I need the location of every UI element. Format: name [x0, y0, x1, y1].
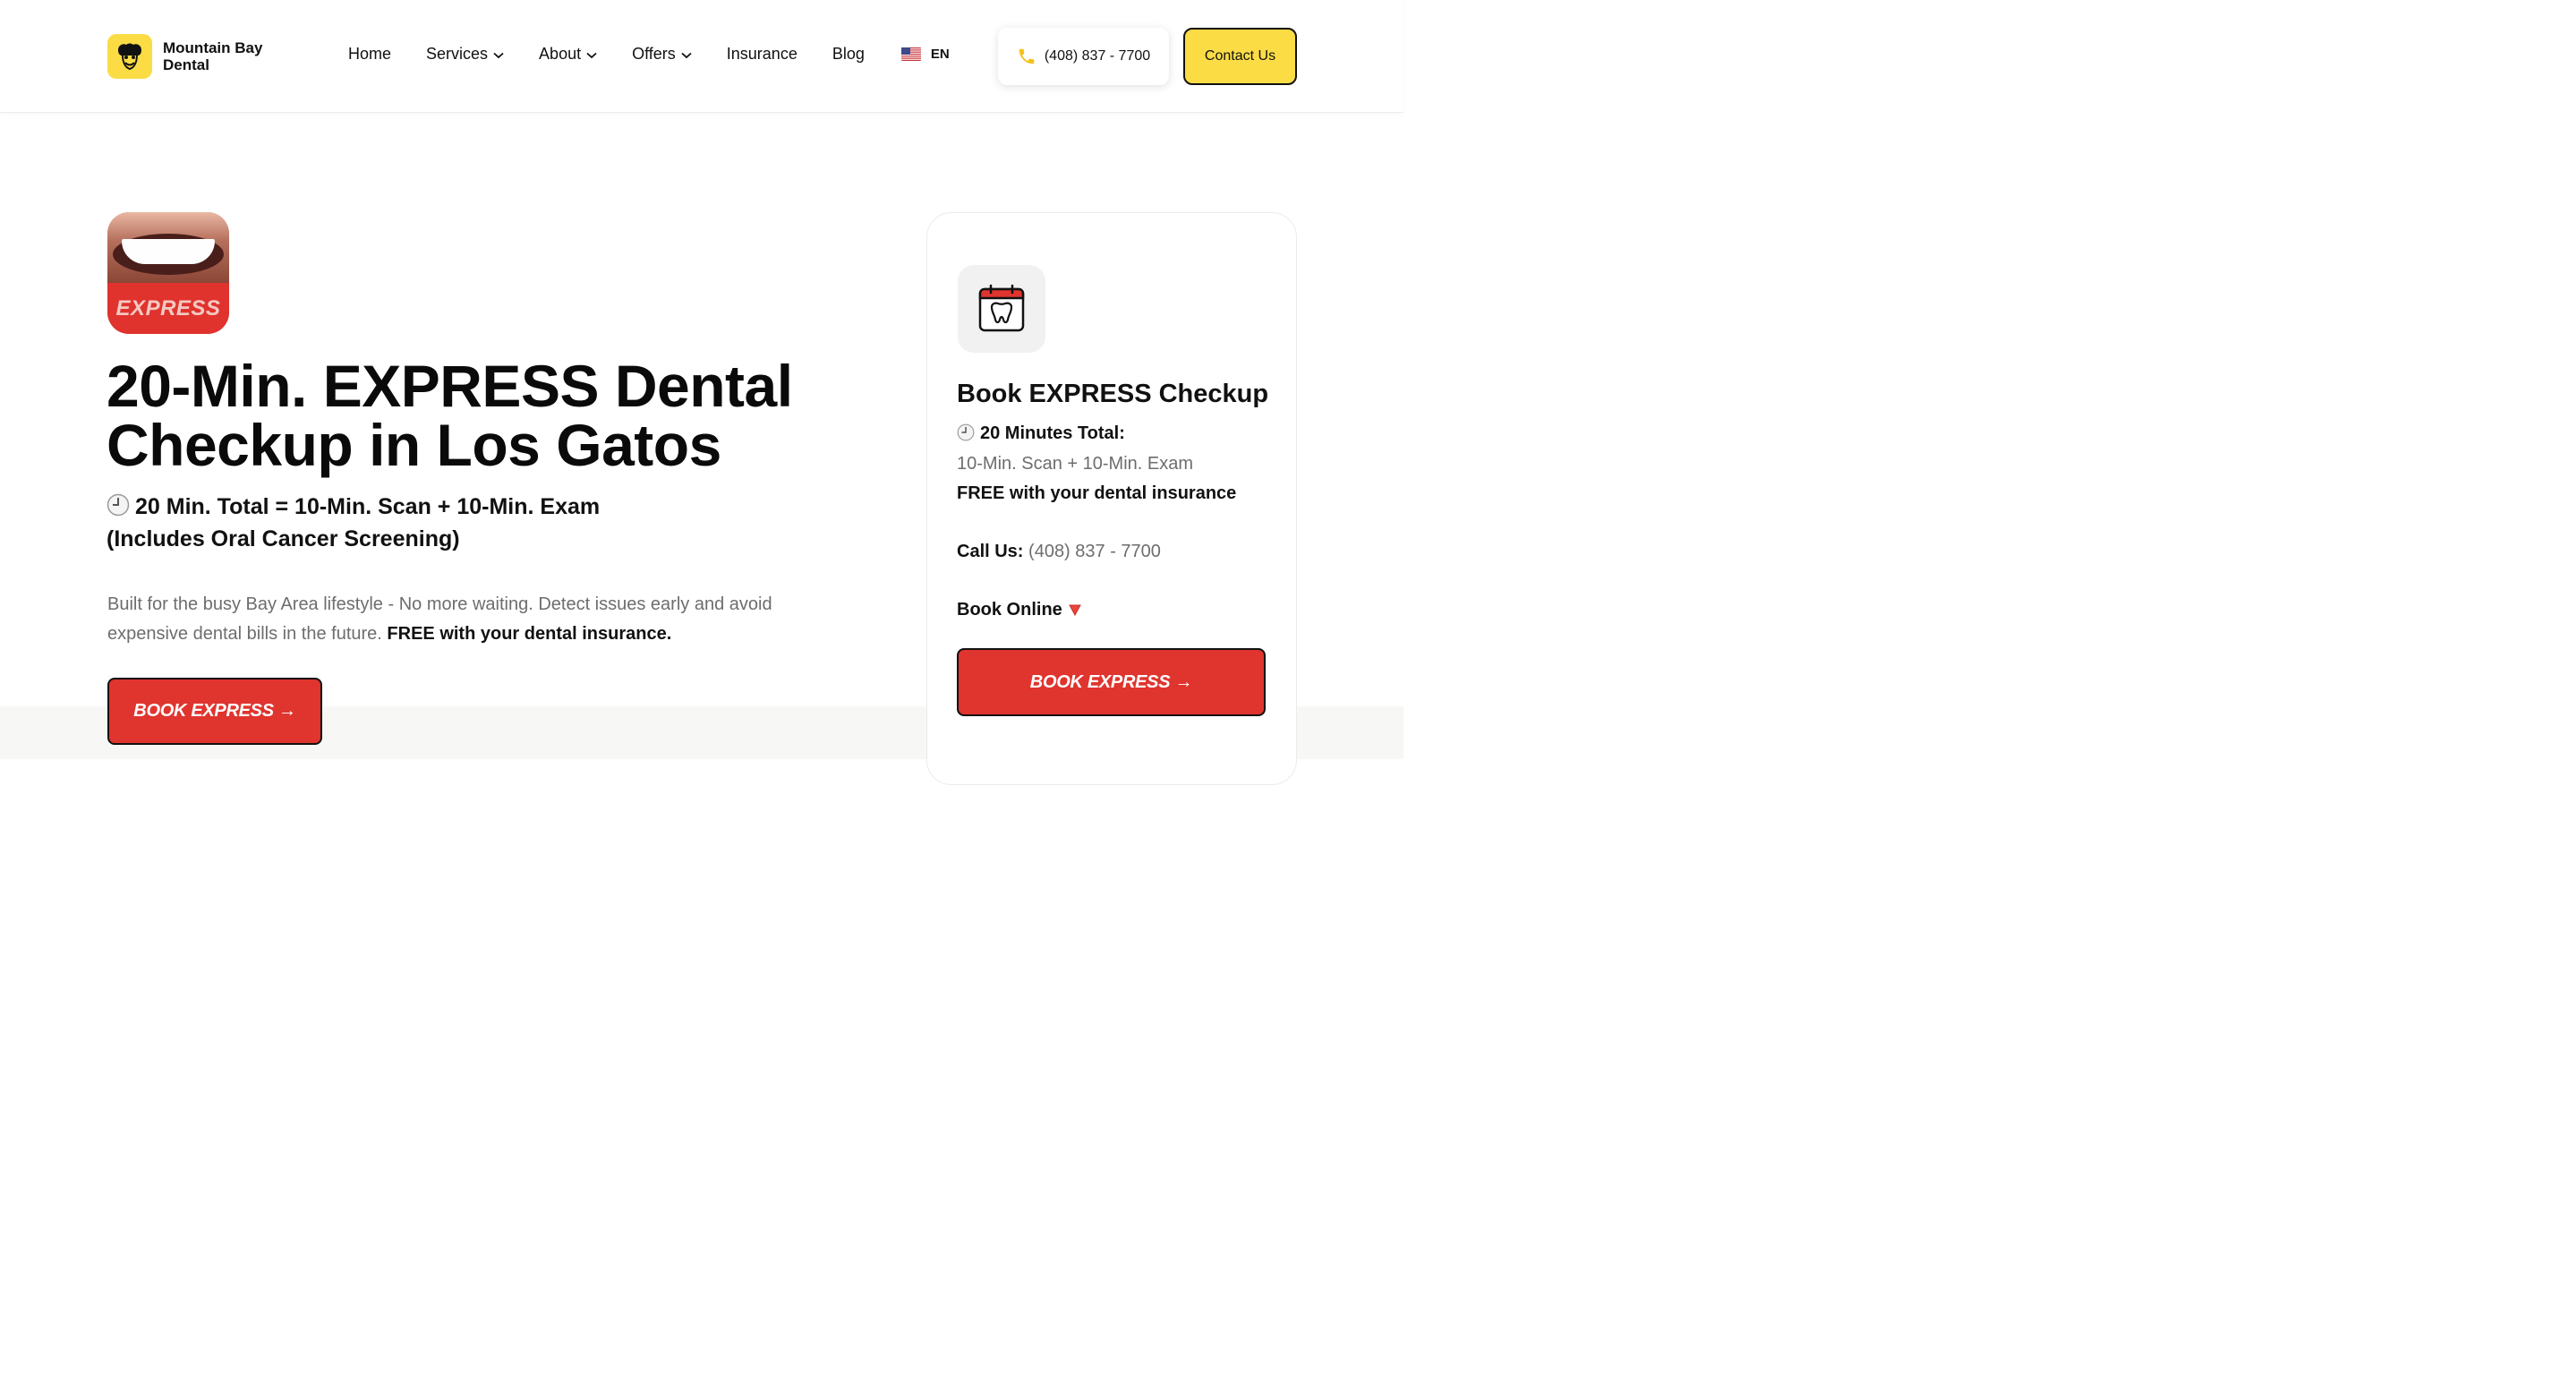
- teeth-graphic: [122, 239, 215, 264]
- logo-mark-icon: [107, 34, 152, 79]
- contact-us-button[interactable]: Contact Us: [1183, 28, 1297, 85]
- booking-duration: 20 Minutes Total:: [957, 423, 1125, 447]
- express-badge: EXPRESS: [107, 283, 229, 334]
- hero-description-bold: FREE with your dental insurance.: [387, 624, 672, 644]
- phone-number: (408) 837 - 7700: [1044, 48, 1151, 64]
- main-nav: Home Services About Offers Insurance Blo…: [348, 45, 950, 64]
- nav-item-label: Blog: [832, 45, 865, 63]
- nav-item-offers[interactable]: Offers: [632, 45, 692, 64]
- nav-item-label: Offers: [632, 45, 676, 63]
- site-header: Mountain Bay Dental Home Services About …: [0, 0, 1403, 113]
- site-logo[interactable]: Mountain Bay Dental: [107, 34, 279, 79]
- booking-card-title: Book EXPRESS Checkup: [957, 380, 1269, 408]
- us-flag-icon: [900, 47, 921, 61]
- nav-item-blog[interactable]: Blog: [832, 45, 865, 64]
- language-selector[interactable]: EN: [900, 47, 950, 62]
- clock-icon: [957, 423, 975, 447]
- language-label: EN: [930, 47, 950, 62]
- nav-item-services[interactable]: Services: [426, 45, 504, 64]
- page-title: 20-Min. EXPRESS Dental Checkup in Los Ga…: [107, 353, 793, 478]
- nav-item-label: Home: [348, 45, 392, 63]
- down-triangle-icon: [1068, 604, 1081, 616]
- nav-item-about[interactable]: About: [539, 45, 597, 64]
- booking-card-book-button[interactable]: BOOK EXPRESS →: [957, 648, 1266, 716]
- hero-subtitle: 20 Min. Total = 10-Min. Scan + 10-Min. E…: [107, 492, 733, 554]
- clock-icon: [107, 493, 130, 525]
- nav-item-insurance[interactable]: Insurance: [727, 45, 798, 64]
- nav-item-label: About: [539, 45, 582, 63]
- chevron-down-icon: [493, 45, 504, 64]
- hero-description: Built for the busy Bay Area lifestyle - …: [107, 590, 806, 649]
- calendar-tooth-icon: [958, 265, 1045, 353]
- nav-item-label: Insurance: [726, 45, 798, 63]
- book-express-button[interactable]: BOOK EXPRESS →: [107, 678, 322, 745]
- nav-item-label: Services: [426, 45, 489, 63]
- booking-duration-detail: 10-Min. Scan + 10-Min. Exam: [957, 454, 1193, 474]
- nav-item-home[interactable]: Home: [348, 45, 391, 64]
- chevron-down-icon: [586, 45, 597, 64]
- booking-call: Call Us: (408) 837 - 7700: [957, 542, 1161, 562]
- hero-subtitle-line1: 20 Min. Total = 10-Min. Scan + 10-Min. E…: [135, 494, 601, 519]
- book-online-label: Book Online: [957, 600, 1081, 620]
- call-label: Call Us:: [957, 542, 1024, 561]
- logo-text: Mountain Bay Dental: [163, 39, 263, 73]
- express-smile-image: EXPRESS: [107, 212, 229, 334]
- call-number-link[interactable]: (408) 837 - 7700: [1028, 542, 1161, 561]
- booking-duration-label: 20 Minutes Total:: [980, 423, 1125, 443]
- booking-insurance-note: FREE with your dental insurance: [957, 483, 1237, 503]
- chevron-down-icon: [681, 45, 692, 64]
- hero-subtitle-line2: (Includes Oral Cancer Screening): [107, 526, 460, 551]
- phone-button[interactable]: (408) 837 - 7700: [998, 28, 1169, 85]
- book-online-text: Book Online: [957, 600, 1062, 620]
- phone-icon: [1019, 48, 1035, 64]
